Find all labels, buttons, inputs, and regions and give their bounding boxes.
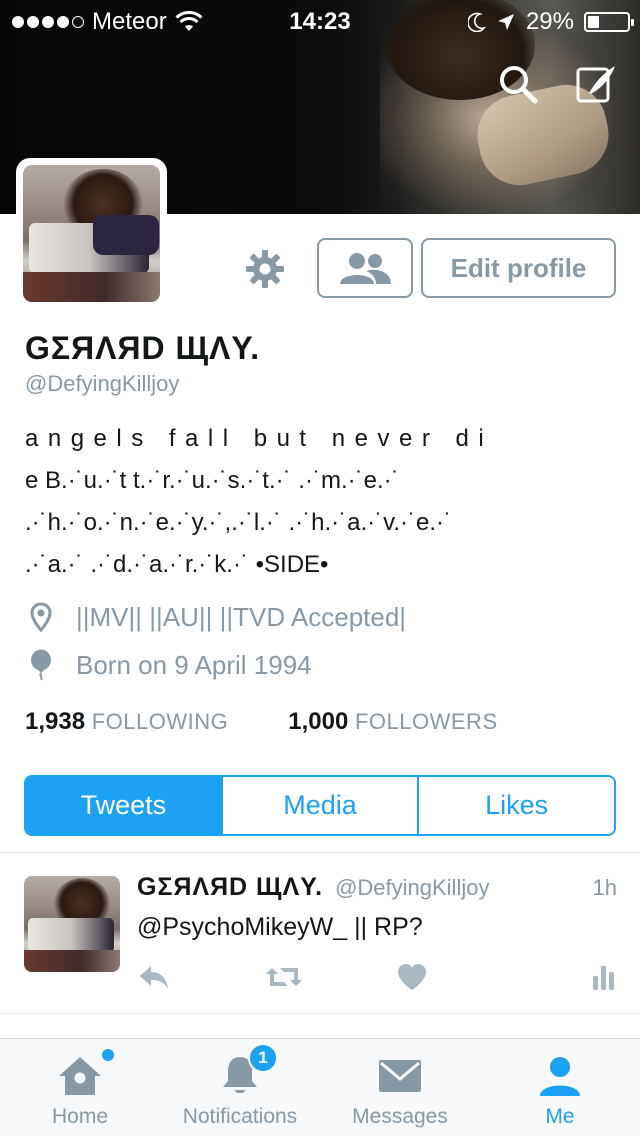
tweet-timestamp: 1h [592,875,617,900]
tab-messages[interactable]: Messages [320,1039,480,1136]
followers-number: 1,000 [288,708,349,735]
profile-tabs: Tweets Media Likes [24,775,616,836]
search-icon[interactable] [496,62,540,106]
profile-avatar[interactable] [16,158,167,309]
tab-home[interactable]: Home [0,1039,160,1136]
followers-count[interactable]: 1,000 FOLLOWERS [288,708,497,736]
do-not-disturb-icon [467,12,486,32]
reply-icon[interactable] [137,959,171,995]
compose-icon[interactable] [574,62,618,106]
following-number: 1,938 [25,708,86,735]
profile-birthday: Born on 9 April 1994 [28,648,312,682]
messages-envelope-icon [377,1053,423,1099]
retweet-icon[interactable] [264,959,304,995]
profile-handle: @DefyingKilljoy [25,371,180,396]
follow-counts: 1,938 FOLLOWING 1,000 FOLLOWERS [25,708,498,736]
avatar-image [23,165,160,302]
people-icon [340,253,391,284]
tab-notifications[interactable]: 1 Notifications [160,1039,320,1136]
tab-tweets[interactable]: Tweets [26,777,221,834]
tab-me-label: Me [545,1105,575,1128]
status-right: 29% [467,8,634,36]
balloon-icon [28,648,54,682]
edit-profile-button[interactable]: Edit profile [421,238,616,298]
tab-me[interactable]: Me [480,1039,640,1136]
notifications-badge: 1 [248,1043,278,1073]
bio-line: e B.·˙u.·˙t t.·˙r.·˙u.·˙s.·˙t.·˙ .·˙m.·˙… [25,467,400,494]
tweet-author-handle: @DefyingKilljoy [335,875,490,900]
following-count[interactable]: 1,938 FOLLOWING [25,708,228,736]
home-icon [56,1049,114,1099]
header-actions [496,62,618,106]
location-text: ||MV|| ||AU|| ||TVD Accepted| [76,601,407,632]
lists-button[interactable] [317,238,413,298]
analytics-icon[interactable] [592,959,616,995]
bottom-tab-bar: Home 1 Notifications Messages Me [0,1038,640,1136]
battery-icon [584,12,634,32]
status-bar: Meteor 14:23 29% [0,0,640,40]
profile-display-name: GΣЯΛЯD ЩΛY. [25,330,261,366]
tweet-avatar[interactable] [24,876,120,972]
divider [0,1013,640,1014]
tweet-author-name: GΣЯΛЯD ЩΛY. [137,873,324,901]
followers-label: FOLLOWERS [354,709,498,734]
notifications-bell-icon: 1 [220,1043,278,1099]
birthday-text: Born on 9 April 1994 [76,649,312,680]
following-label: FOLLOWING [91,709,229,734]
bio-line: .·˙a.·˙ .·˙d.·˙a.·˙r.·˙k.·˙ •SIDE• [25,551,329,578]
profile-location: ||MV|| ||AU|| ||TVD Accepted| [28,600,406,634]
me-person-icon [538,1053,582,1099]
tab-home-label: Home [51,1105,109,1128]
tab-messages-label: Messages [352,1105,448,1128]
bio-line: .·˙h.·˙o.·˙n.·˙e.·˙y.·˙,.·˙l.·˙ .·˙h.·˙a… [25,509,453,536]
like-heart-icon[interactable] [396,959,428,995]
location-pin-icon [28,600,54,634]
tab-likes[interactable]: Likes [417,777,614,834]
tweet-header: GΣЯΛЯD ЩΛY. @DefyingKilljoy 1h [137,873,617,902]
tweet-text: @PsychoMikeyW_ || RP? [137,913,423,941]
home-unread-dot [102,1049,114,1061]
tab-media[interactable]: Media [220,777,418,834]
tweet-actions [137,959,617,995]
battery-percent: 29% [525,8,574,35]
tab-notifications-label: Notifications [182,1105,298,1128]
location-arrow-icon [497,14,514,30]
tweet-item[interactable]: GΣЯΛЯD ЩΛY. @DefyingKilljoy 1h @PsychoMi… [0,853,640,1013]
bio-line: angels fall but never di [25,425,494,452]
profile-bio: angels fall but never di e B.·˙u.·˙t t.·… [25,418,620,586]
settings-gear-icon[interactable] [242,246,288,292]
